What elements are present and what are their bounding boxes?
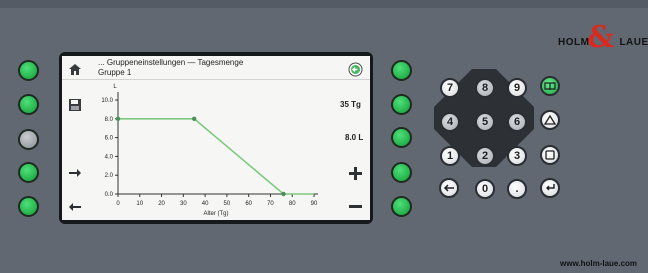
x-tick-label: 70: [267, 201, 274, 207]
book-icon: [544, 81, 556, 90]
arrow-left-icon[interactable]: [66, 198, 84, 216]
website-url: www.holm-laue.com: [560, 259, 638, 268]
display-screen: ... Gruppeneinstellungen — Tagesmenge Gr…: [62, 56, 370, 220]
enter-icon: [546, 184, 555, 191]
right-softkey-3[interactable]: [391, 127, 412, 148]
home-icon[interactable]: [66, 60, 84, 78]
keypad-key-0[interactable]: 0: [475, 179, 495, 199]
y-tick-label: 6.0: [105, 136, 114, 142]
x-axis-label: Alter (Tg): [203, 211, 228, 217]
data-point: [281, 191, 286, 197]
page-subtitle: Gruppe 1: [98, 68, 132, 77]
y-tick-label: 0.0: [105, 192, 114, 198]
y-tick-label: 4.0: [105, 154, 114, 160]
left-softkey-4[interactable]: [18, 162, 39, 183]
triangle-button[interactable]: [540, 110, 560, 130]
data-point: [192, 116, 197, 121]
plus-icon[interactable]: [346, 164, 364, 182]
triangle-icon: [544, 115, 556, 125]
x-tick-label: 80: [289, 201, 296, 207]
keypad-key-2[interactable]: 2: [475, 146, 495, 166]
y-axis-label: L: [113, 84, 117, 90]
square-icon: [545, 150, 555, 160]
x-tick-label: 90: [311, 201, 318, 207]
keypad-key-6[interactable]: 6: [507, 112, 527, 132]
minus-icon[interactable]: [346, 198, 364, 216]
right-softkey-4[interactable]: [391, 162, 412, 183]
arrow-left-key-icon: [443, 184, 454, 192]
left-softkey-2[interactable]: [18, 94, 39, 115]
x-tick-label: 0: [116, 201, 120, 207]
y-tick-label: 8.0: [105, 117, 114, 123]
save-icon[interactable]: [66, 96, 84, 114]
days-value: 35 Tg: [340, 100, 361, 109]
breadcrumb: ... Gruppeneinstellungen — Tagesmenge: [98, 58, 244, 67]
keypad-key-4[interactable]: 4: [440, 112, 460, 132]
back-icon[interactable]: [346, 60, 364, 78]
keypad-key-9[interactable]: 9: [507, 78, 527, 98]
x-tick-label: 10: [136, 201, 143, 207]
square-button[interactable]: [540, 145, 560, 165]
x-tick-label: 50: [224, 201, 231, 207]
x-tick-label: 60: [245, 201, 252, 207]
right-softkey-5[interactable]: [391, 196, 412, 217]
keypad-key-8[interactable]: 8: [475, 78, 495, 98]
left-softkey-5[interactable]: [18, 196, 39, 217]
data-point: [115, 116, 121, 121]
brand-logo: Holm Laue: [558, 37, 648, 48]
series-line: [118, 117, 314, 195]
keypad-key-5[interactable]: 5: [475, 112, 495, 132]
left-softkey-3[interactable]: [18, 129, 39, 150]
keypad-key-1[interactable]: 1: [440, 146, 460, 166]
liters-value: 8.0 L: [345, 133, 364, 142]
x-tick-label: 40: [202, 201, 209, 207]
y-tick-label: 2.0: [105, 173, 114, 179]
feeding-curve-chart: 0 10 20 30 40 50 60 70 80 90 0.0 2.0 4.0 6.0 8.0 10.0 L A…: [101, 84, 318, 217]
left-softkey-1[interactable]: [18, 60, 39, 81]
right-softkey-2[interactable]: [391, 94, 412, 115]
book-button[interactable]: [540, 76, 560, 96]
x-tick-label: 30: [180, 201, 187, 207]
keypad-key-7[interactable]: 7: [440, 78, 460, 98]
keypad-key-dot[interactable]: .: [507, 179, 527, 199]
backspace-button[interactable]: [439, 178, 459, 198]
panel-top-edge: [0, 0, 648, 8]
y-tick-label: 10.0: [101, 98, 113, 104]
header-divider: [62, 79, 370, 80]
arrow-right-icon[interactable]: [66, 164, 84, 182]
enter-button[interactable]: [540, 178, 560, 198]
keypad-key-3[interactable]: 3: [507, 146, 527, 166]
right-softkey-1[interactable]: [391, 60, 412, 81]
x-tick-label: 20: [158, 201, 165, 207]
